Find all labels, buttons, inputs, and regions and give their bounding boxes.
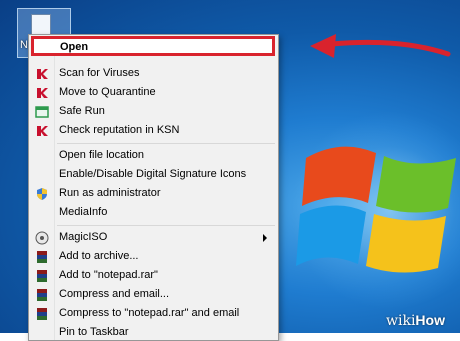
menu-item-add-to-archive[interactable]: Add to archive... bbox=[31, 247, 275, 266]
menu-item-label: MagicISO bbox=[59, 231, 108, 243]
wikihow-watermark: wikiHow bbox=[386, 312, 445, 329]
menu-item-run-as-administrator[interactable]: Run as administrator bbox=[31, 184, 275, 203]
menu-item-label: Compress and email... bbox=[59, 288, 170, 300]
menu-item-add-to-notepad-rar[interactable]: Add to "notepad.rar" bbox=[31, 266, 275, 285]
menu-item-label: Scan for Viruses bbox=[59, 67, 140, 79]
menu-item-label: Safe Run bbox=[59, 105, 105, 117]
menu-item-label: Add to "notepad.rar" bbox=[59, 269, 158, 281]
menu-separator bbox=[57, 225, 275, 226]
menu-item-compress-rar-and-email[interactable]: Compress to "notepad.rar" and email bbox=[31, 304, 275, 323]
safe-run-icon bbox=[35, 106, 49, 118]
winrar-icon bbox=[37, 308, 47, 320]
menu-item-label: Add to archive... bbox=[59, 250, 139, 262]
menu-item-digital-signature-icons[interactable]: Enable/Disable Digital Signature Icons bbox=[31, 165, 275, 184]
winrar-icon bbox=[37, 251, 47, 263]
menu-item-label: Pin to Taskbar bbox=[59, 326, 129, 338]
menu-item-label: Open file location bbox=[59, 149, 144, 161]
menu-item-label: Run as administrator bbox=[59, 187, 161, 199]
magiciso-icon bbox=[35, 231, 49, 245]
menu-item-label: Enable/Disable Digital Signature Icons bbox=[59, 168, 247, 180]
menu-item-safe-run[interactable]: Safe Run bbox=[31, 102, 275, 121]
menu-item-label: Move to Quarantine bbox=[59, 86, 156, 98]
desktop-icon-label: N bbox=[20, 39, 28, 51]
red-arrow-annotation bbox=[310, 34, 451, 58]
kaspersky-icon bbox=[37, 69, 48, 79]
uac-shield-icon bbox=[37, 188, 47, 200]
menu-item-check-ksn[interactable]: Check reputation in KSN bbox=[31, 121, 275, 140]
menu-item-move-quarantine[interactable]: Move to Quarantine bbox=[31, 83, 275, 102]
context-menu: Open Scan for Viruses Move to Quarantine… bbox=[28, 34, 279, 341]
menu-separator bbox=[57, 143, 275, 144]
menu-item-magiciso[interactable]: MagicISO bbox=[31, 228, 275, 247]
kaspersky-icon bbox=[37, 88, 48, 98]
menu-item-open[interactable]: Open bbox=[31, 36, 275, 56]
menu-item-pin-to-taskbar[interactable]: Pin to Taskbar bbox=[31, 323, 275, 340]
winrar-icon bbox=[37, 289, 47, 301]
watermark-wiki: wiki bbox=[386, 313, 416, 329]
menu-item-label: MediaInfo bbox=[59, 206, 108, 218]
menu-item-compress-and-email[interactable]: Compress and email... bbox=[31, 285, 275, 304]
menu-item-label: Compress to "notepad.rar" and email bbox=[59, 307, 240, 319]
shortcut-icon bbox=[31, 14, 51, 36]
menu-item-open-file-location[interactable]: Open file location bbox=[31, 146, 275, 165]
menu-item-label: Open bbox=[60, 41, 89, 53]
winrar-icon bbox=[37, 270, 47, 282]
windows-logo bbox=[296, 146, 456, 273]
menu-item-label: Check reputation in KSN bbox=[59, 124, 180, 136]
watermark-how: How bbox=[415, 312, 445, 328]
menu-item-mediainfo[interactable]: MediaInfo bbox=[31, 203, 275, 222]
kaspersky-icon bbox=[37, 126, 48, 136]
menu-item-scan-viruses[interactable]: Scan for Viruses bbox=[31, 64, 275, 83]
submenu-arrow-icon bbox=[263, 234, 267, 242]
